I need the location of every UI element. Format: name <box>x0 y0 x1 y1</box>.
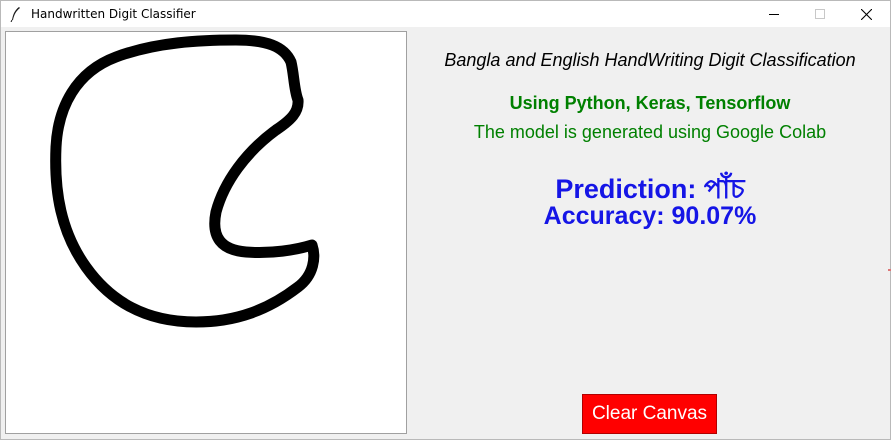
minimize-button[interactable] <box>751 1 797 27</box>
maximize-button[interactable] <box>797 1 843 27</box>
close-icon <box>860 8 872 20</box>
drawing-canvas[interactable] <box>5 31 407 434</box>
title-bar[interactable]: Handwritten Digit Classifier <box>1 1 890 27</box>
close-button[interactable] <box>843 1 889 27</box>
tech-stack-text: Using Python, Keras, Tensorflow <box>509 93 791 113</box>
app-window: Handwritten Digit Classifier Bangla and … <box>0 0 891 440</box>
app-heading: Bangla and English HandWriting Digit Cla… <box>444 50 856 70</box>
accuracy-text: Accuracy: 90.07% <box>543 202 757 230</box>
clear-canvas-button[interactable]: Clear Canvas <box>582 394 717 434</box>
minimize-icon <box>769 14 779 15</box>
handwritten-stroke <box>50 34 320 328</box>
model-info-text: The model is generated using Google Cola… <box>473 122 827 142</box>
maximize-icon <box>815 9 825 19</box>
feather-icon <box>9 6 23 23</box>
window-title: Handwritten Digit Classifier <box>31 7 196 21</box>
